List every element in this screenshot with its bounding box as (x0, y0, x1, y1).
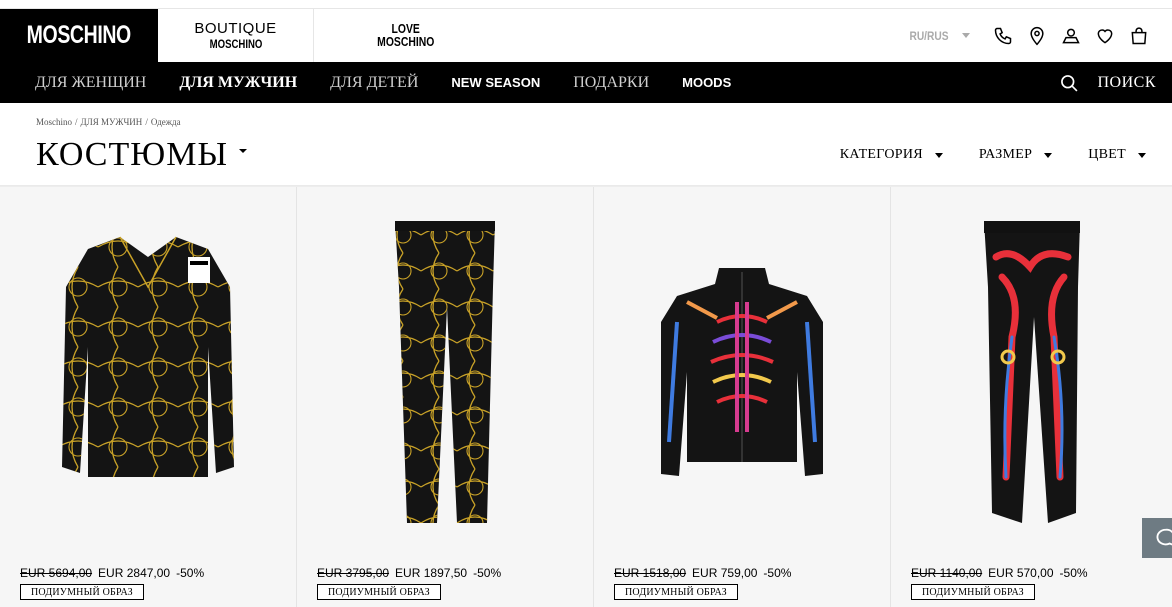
brand-moschino-tab[interactable]: MOSCHINO (0, 9, 158, 62)
brand-boutique-line1: BOUTIQUE (194, 20, 277, 37)
discount-badge: -50% (763, 566, 792, 580)
runway-look-tag[interactable]: ПОДИУМНЫЙ ОБРАЗ (317, 584, 441, 600)
product-card[interactable]: EUR 3795,00 EUR 1897,50 -50% ПОДИУМНЫЙ О… (297, 187, 594, 607)
filter-color-label: ЦВЕТ (1088, 147, 1126, 162)
breadcrumb-item-clothing[interactable]: Одежда (151, 117, 181, 127)
brand-boutique-moschino-tab[interactable]: BOUTIQUE MOSCHINO (158, 9, 314, 62)
price-row: EUR 5694,00 EUR 2847,00 -50% (20, 566, 204, 580)
nav-item-gifts[interactable]: ПОДАРКИ (573, 74, 649, 92)
old-price: EUR 1518,00 (614, 566, 687, 580)
chat-widget-button[interactable] (1142, 518, 1172, 558)
nav-item-men[interactable]: ДЛЯ МУЖЧИН (179, 74, 297, 92)
title-row: КОСТЮМЫ КАТЕГОРИЯ РАЗМЕР ЦВЕТ (36, 130, 1146, 180)
runway-look-tag[interactable]: ПОДИУМНЫЙ ОБРАЗ (614, 584, 738, 600)
main-nav: ДЛЯ ЖЕНЩИН ДЛЯ МУЖЧИН ДЛЯ ДЕТЕЙ NEW SEAS… (0, 62, 1172, 103)
nav-item-kids[interactable]: ДЛЯ ДЕТЕЙ (330, 74, 418, 92)
product-image-spiderweb-jacket[interactable] (0, 187, 296, 557)
old-price: EUR 1140,00 (911, 566, 983, 580)
sale-price: EUR 1897,50 (395, 566, 468, 580)
heart-icon[interactable] (1088, 21, 1122, 51)
product-image-spiderweb-trousers[interactable] (297, 187, 593, 557)
filter-size[interactable]: РАЗМЕР (978, 147, 1053, 163)
chevron-down-icon (1138, 152, 1146, 158)
brand-love-line2: MOSCHINO (377, 33, 435, 49)
phone-icon[interactable] (986, 21, 1020, 51)
price-row: EUR 3795,00 EUR 1897,50 -50% (317, 566, 501, 580)
product-image-skeleton-zip-jacket[interactable] (594, 187, 890, 557)
chevron-down-icon (1044, 152, 1053, 158)
nav-items: ДЛЯ ЖЕНЩИН ДЛЯ МУЖЧИН ДЛЯ ДЕТЕЙ NEW SEAS… (0, 62, 764, 103)
location-pin-icon[interactable] (1020, 21, 1054, 51)
price-row: EUR 1518,00 EUR 759,00 -50% (614, 566, 791, 580)
sale-price: EUR 2847,00 (98, 566, 171, 580)
filter-size-label: РАЗМЕР (978, 147, 1033, 162)
old-price: EUR 3795,00 (317, 566, 390, 580)
chevron-down-icon[interactable] (239, 149, 248, 153)
search-label: ПОИСК (1097, 73, 1156, 91)
shopping-bag-icon[interactable] (1122, 21, 1156, 51)
discount-badge: -50% (1059, 566, 1088, 580)
brand-love-moschino-tab[interactable]: LOVE MOSCHINO (314, 9, 498, 62)
search-icon (1061, 74, 1078, 92)
user-icon[interactable] (1054, 21, 1088, 51)
runway-look-tag[interactable]: ПОДИУМНЫЙ ОБРАЗ (20, 584, 144, 600)
price-row: EUR 1140,00 EUR 570,00 -50% (911, 566, 1088, 580)
breadcrumb-separator: / (75, 117, 78, 127)
breadcrumb: Moschino / ДЛЯ МУЖЧИН / Одежда (36, 117, 181, 127)
nav-item-women[interactable]: ДЛЯ ЖЕНЩИН (35, 74, 146, 92)
product-card[interactable]: EUR 1518,00 EUR 759,00 -50% ПОДИУМНЫЙ ОБ… (594, 187, 891, 607)
chevron-down-icon (934, 152, 943, 158)
locale-selector[interactable]: RU/RUS (906, 29, 970, 43)
sale-price: EUR 759,00 (692, 566, 758, 580)
discount-badge: -50% (176, 566, 205, 580)
product-grid: EUR 5694,00 EUR 2847,00 -50% ПОДИУМНЫЙ О… (0, 187, 1172, 607)
search-button[interactable]: ПОИСК (1059, 73, 1172, 93)
filter-category-label: КАТЕГОРИЯ (839, 147, 923, 162)
product-image-skeleton-joggers[interactable] (891, 187, 1172, 557)
filter-category[interactable]: КАТЕГОРИЯ (840, 147, 943, 163)
nav-item-moods[interactable]: MOODS (682, 75, 731, 90)
breadcrumb-separator: / (145, 117, 148, 127)
filter-color[interactable]: ЦВЕТ (1088, 147, 1146, 163)
filters: КАТЕГОРИЯ РАЗМЕР ЦВЕТ (840, 147, 1146, 163)
product-card[interactable]: EUR 1140,00 EUR 570,00 -50% ПОДИУМНЫЙ ОБ… (891, 187, 1172, 607)
discount-badge: -50% (473, 566, 502, 580)
chevron-down-icon (962, 33, 970, 38)
nav-item-new-season[interactable]: NEW SEASON (451, 75, 540, 90)
locale-label: RU/RUS (909, 28, 949, 43)
product-card[interactable]: EUR 5694,00 EUR 2847,00 -50% ПОДИУМНЫЙ О… (0, 187, 297, 607)
runway-look-tag[interactable]: ПОДИУМНЫЙ ОБРАЗ (911, 584, 1035, 600)
utility-icons: RU/RUS (906, 9, 1172, 62)
brand-moschino-logo: MOSCHINO (26, 21, 132, 49)
page-title[interactable]: КОСТЮМЫ (36, 136, 228, 174)
breadcrumb-item-men[interactable]: ДЛЯ МУЖЧИН (81, 117, 143, 127)
brand-boutique-line2: MOSCHINO (209, 37, 262, 51)
brand-bar: MOSCHINO BOUTIQUE MOSCHINO LOVE MOSCHINO… (0, 8, 1172, 62)
chat-bubble-icon (1156, 528, 1172, 546)
breadcrumb-item-home[interactable]: Moschino (36, 117, 72, 127)
brand-bar-spacer (498, 9, 906, 62)
old-price: EUR 5694,00 (20, 566, 93, 580)
sale-price: EUR 570,00 (988, 566, 1054, 580)
